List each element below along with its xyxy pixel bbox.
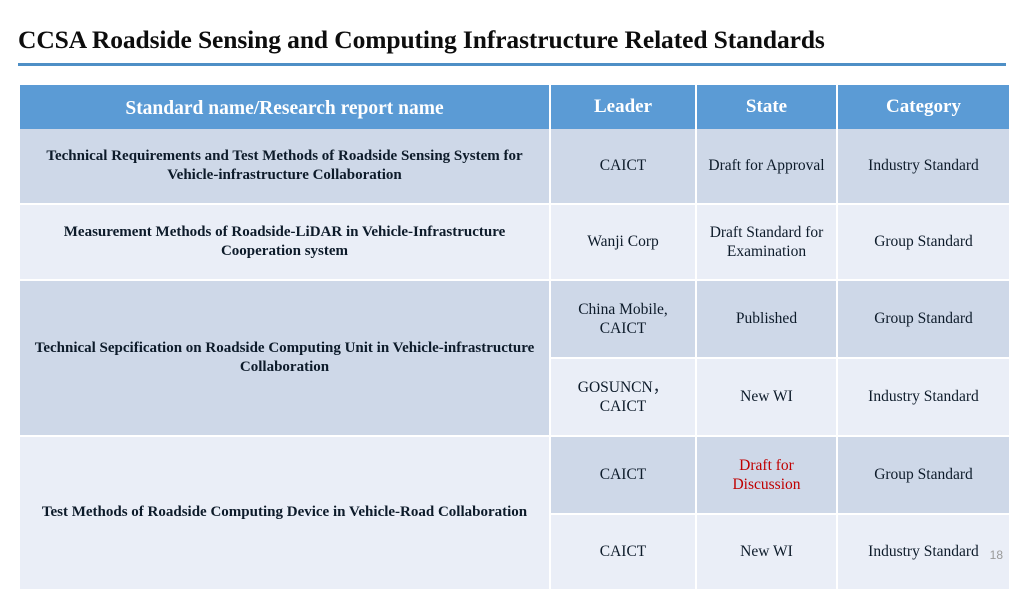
cell-standard-name-merged: Test Methods of Roadside Computing Devic… xyxy=(20,437,551,591)
cell-state: Draft Standard for Examination xyxy=(697,205,838,281)
cell-category: Group Standard xyxy=(838,281,1009,359)
cell-category: Industry Standard xyxy=(838,359,1009,437)
cell-leader: China Mobile, CAICT xyxy=(551,281,697,359)
page-title: CCSA Roadside Sensing and Computing Infr… xyxy=(18,25,825,54)
cell-leader: Wanji Corp xyxy=(551,205,697,281)
table-row: Test Methods of Roadside Computing Devic… xyxy=(20,437,1009,591)
column-header-category[interactable]: Category xyxy=(838,85,1009,129)
table-body: Technical Requirements and Test Methods … xyxy=(20,129,1009,591)
cell-leader: CAICT xyxy=(551,515,697,591)
column-header-standard-name[interactable]: Standard name/Research report name xyxy=(20,85,551,129)
page-number: 18 xyxy=(989,548,1003,562)
cell-standard-name-merged: Technical Sepcification on Roadside Comp… xyxy=(20,281,551,437)
cell-state-highlighted: Draft for Discussion xyxy=(697,437,838,515)
cell-category: Industry Standard xyxy=(838,129,1009,205)
cell-standard-name: Measurement Methods of Roadside-LiDAR in… xyxy=(20,205,551,281)
cell-category: Industry Standard xyxy=(838,515,1009,591)
cell-category: Group Standard xyxy=(838,205,1009,281)
standards-table: Standard name/Research report name Leade… xyxy=(20,85,1009,591)
table-row: Technical Requirements and Test Methods … xyxy=(20,129,1009,205)
column-header-leader[interactable]: Leader xyxy=(551,85,697,129)
cell-leader: GOSUNCN， CAICT xyxy=(551,359,697,437)
cell-state: New WI xyxy=(697,515,838,591)
table-header: Standard name/Research report name Leade… xyxy=(20,85,1009,129)
cell-leader: CAICT xyxy=(551,437,697,515)
cell-leader: CAICT xyxy=(551,129,697,205)
table-row: Technical Sepcification on Roadside Comp… xyxy=(20,281,1009,437)
cell-state: Draft for Approval xyxy=(697,129,838,205)
cell-state: New WI xyxy=(697,359,838,437)
cell-category: Group Standard xyxy=(838,437,1009,515)
column-header-state[interactable]: State xyxy=(697,85,838,129)
cell-standard-name: Technical Requirements and Test Methods … xyxy=(20,129,551,205)
cell-state: Published xyxy=(697,281,838,359)
table-row: Measurement Methods of Roadside-LiDAR in… xyxy=(20,205,1009,281)
title-divider xyxy=(18,63,1006,66)
standards-table-container: Standard name/Research report name Leade… xyxy=(20,85,1009,591)
table-header-row: Standard name/Research report name Leade… xyxy=(20,85,1009,129)
